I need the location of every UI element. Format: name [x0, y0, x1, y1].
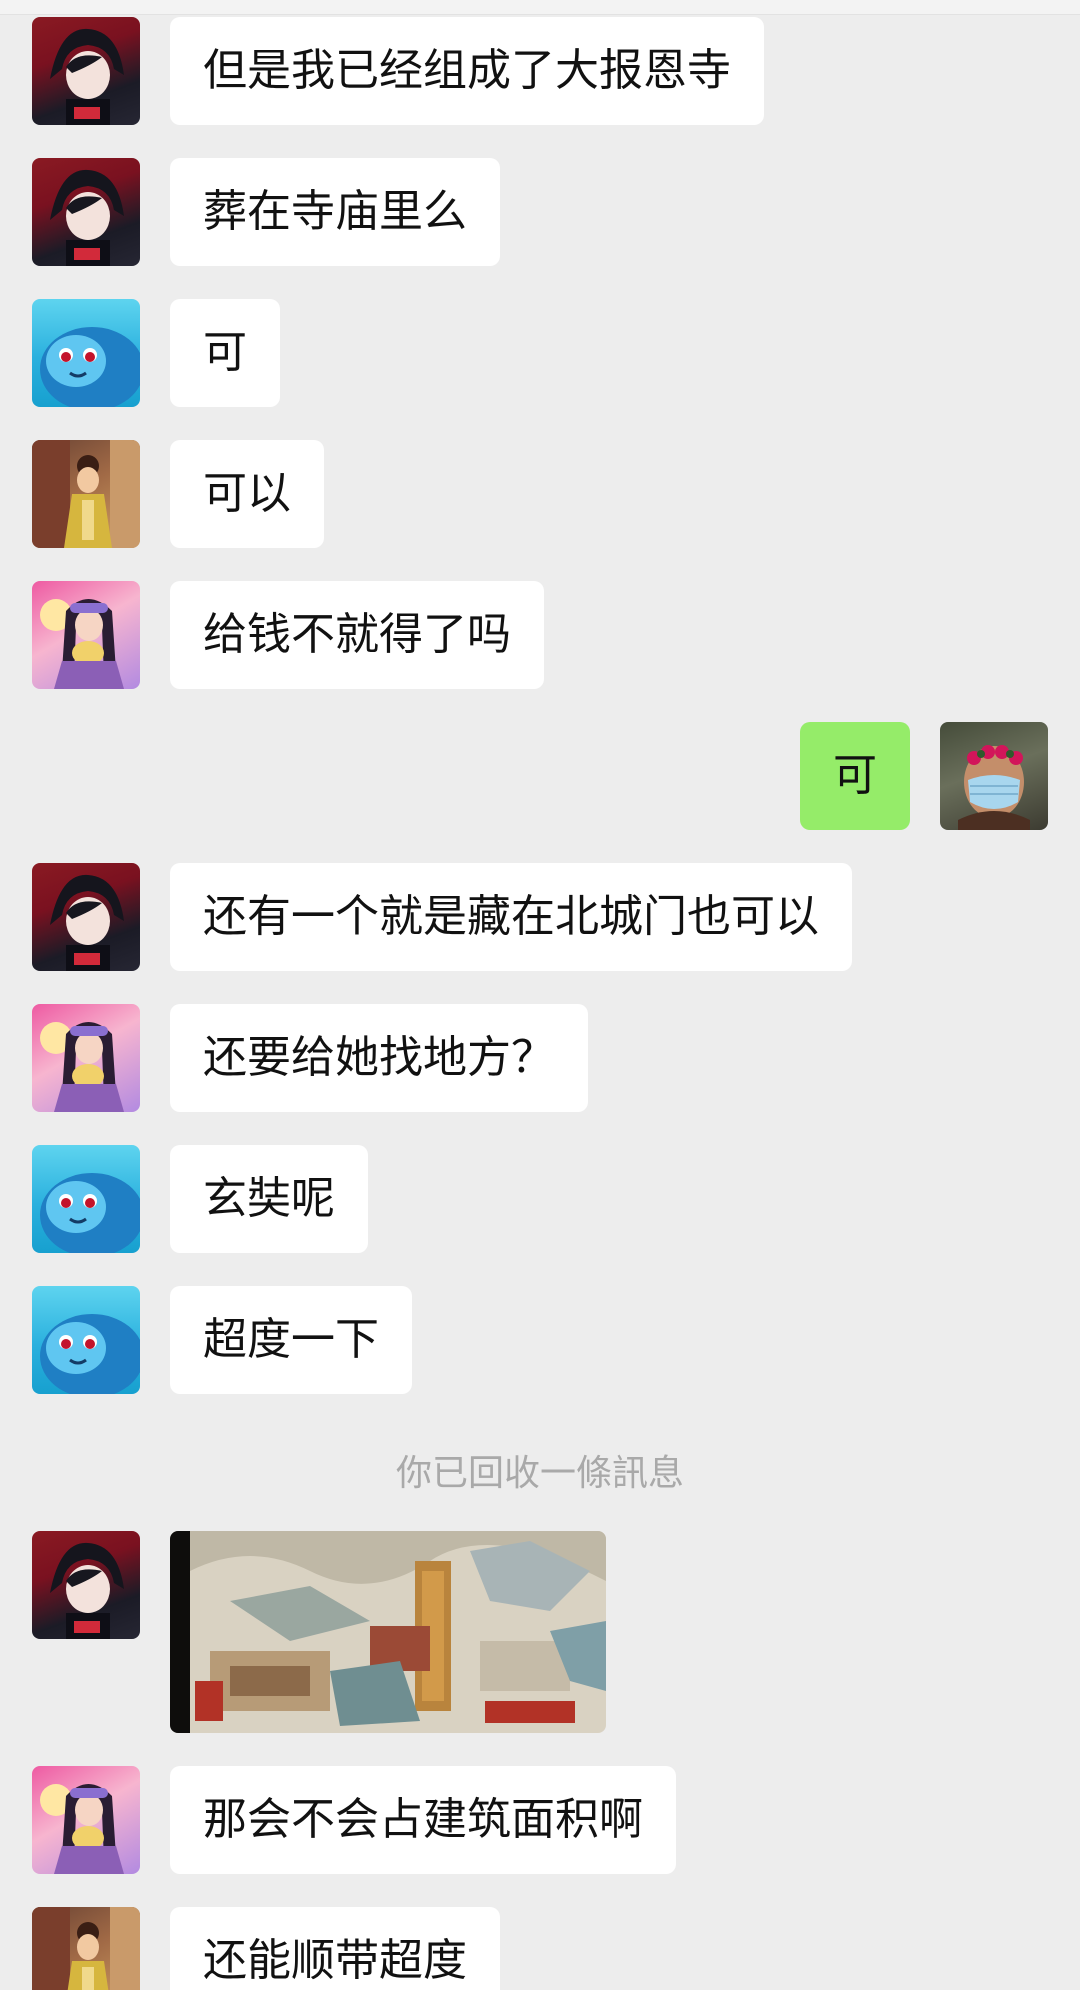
- avatar-boy-icon[interactable]: [32, 158, 140, 266]
- message-bubble[interactable]: 可: [170, 299, 280, 407]
- message-bubble[interactable]: 玄奘呢: [170, 1145, 368, 1253]
- recall-notice: 你已回收一條訊息: [395, 1453, 684, 1494]
- message-bubble[interactable]: 还能顺带超度: [170, 1907, 500, 1990]
- avatar-whale-icon[interactable]: [32, 1145, 140, 1253]
- top-divider: [0, 0, 1080, 15]
- avatar-girl-icon[interactable]: [32, 1907, 140, 1990]
- message-bubble[interactable]: 葬在寺庙里么: [170, 158, 500, 266]
- image-message[interactable]: [170, 1531, 606, 1733]
- game-map-thumbnail: [170, 1531, 606, 1733]
- avatar-girl-icon[interactable]: [32, 440, 140, 548]
- message-bubble[interactable]: 超度一下: [170, 1286, 412, 1394]
- avatar-boy-icon[interactable]: [32, 863, 140, 971]
- chat-window[interactable]: 但是我已经组成了大报恩寺 葬在寺庙里么 可 可以 给钱不就得了吗 可 还有一个就…: [0, 0, 1080, 1990]
- avatar-whale-icon[interactable]: [32, 1286, 140, 1394]
- message-bubble[interactable]: 给钱不就得了吗: [170, 581, 544, 689]
- avatar-boy-icon[interactable]: [32, 1531, 140, 1639]
- message-bubble-self[interactable]: 可: [800, 722, 910, 830]
- message-bubble[interactable]: 还有一个就是藏在北城门也可以: [170, 863, 852, 971]
- avatar-boy-icon[interactable]: [32, 17, 140, 125]
- message-bubble[interactable]: 那会不会占建筑面积啊: [170, 1766, 676, 1874]
- avatar-pink-icon[interactable]: [32, 1766, 140, 1874]
- message-bubble[interactable]: 可以: [170, 440, 324, 548]
- message-bubble[interactable]: 还要给她找地方？: [170, 1004, 588, 1112]
- avatar-whale-icon[interactable]: [32, 299, 140, 407]
- avatar-pink-icon[interactable]: [32, 581, 140, 689]
- message-bubble[interactable]: 但是我已经组成了大报恩寺: [170, 17, 764, 125]
- avatar-masked-icon[interactable]: [940, 722, 1048, 830]
- avatar-pink-icon[interactable]: [32, 1004, 140, 1112]
